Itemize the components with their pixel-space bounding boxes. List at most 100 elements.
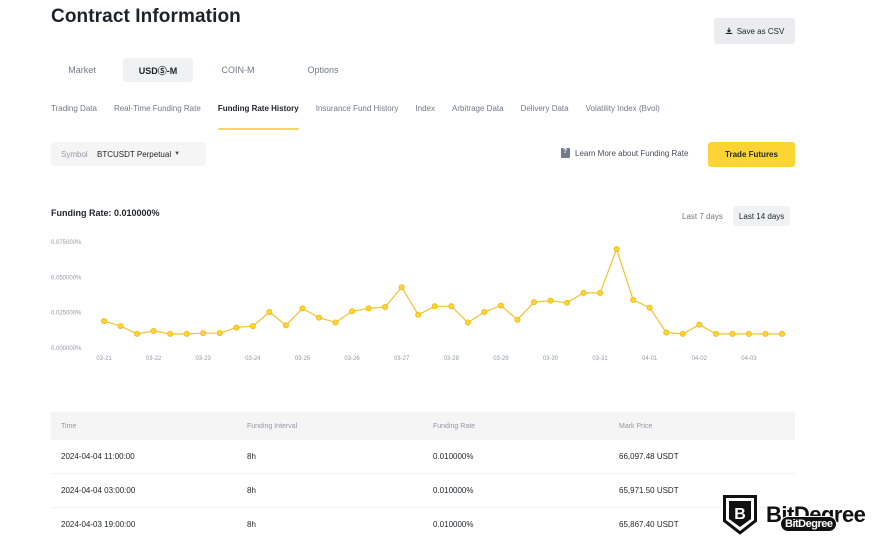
- data-point[interactable]: [530, 299, 537, 306]
- data-point[interactable]: [497, 302, 504, 309]
- data-point[interactable]: [183, 330, 190, 337]
- data-point[interactable]: [233, 324, 240, 331]
- trade-futures-button[interactable]: Trade Futures: [708, 142, 795, 167]
- data-point[interactable]: [646, 304, 653, 311]
- funding-rate-line: [103, 247, 782, 335]
- x-tick-label: 03-29: [493, 356, 509, 362]
- data-point[interactable]: [216, 330, 223, 337]
- download-icon: [725, 27, 732, 34]
- x-tick-label: 03-27: [394, 356, 410, 362]
- data-point[interactable]: [464, 319, 471, 326]
- header-funding-interval: Funding Interval: [247, 422, 298, 430]
- data-point[interactable]: [398, 284, 405, 291]
- data-point[interactable]: [315, 314, 322, 321]
- data-point[interactable]: [200, 330, 207, 337]
- data-point[interactable]: [564, 299, 571, 306]
- range-selector: Last 7 days Last 14 days: [676, 206, 791, 226]
- data-point[interactable]: [299, 305, 306, 312]
- learn-more-label: Learn More about Funding Rate: [575, 148, 689, 158]
- learn-more-link[interactable]: Learn More about Funding Rate: [561, 148, 688, 158]
- data-point[interactable]: [481, 308, 488, 315]
- table-row: 2024-04-04 11:00:00 8h 0.010000% 66,097.…: [51, 440, 795, 474]
- x-tick-label: 03-31: [592, 356, 608, 362]
- x-axis: 03-21 03-22 03-23 03-24 03-25 03-26 03-27 03-28…: [96, 356, 757, 362]
- subtab-delivery-data[interactable]: Delivery Data: [521, 104, 569, 124]
- data-point[interactable]: [332, 319, 339, 326]
- header-time: Time: [61, 422, 77, 430]
- svg-text:B: B: [734, 506, 746, 523]
- x-tick-label: 03-25: [295, 356, 311, 362]
- data-point[interactable]: [597, 289, 604, 296]
- data-point[interactable]: [415, 311, 422, 318]
- data-point[interactable]: [266, 308, 273, 315]
- subtab-funding-rate-history[interactable]: Funding Rate History: [217, 104, 299, 130]
- subtab-real-time-funding-rate[interactable]: Real-Time Funding Rate: [114, 104, 201, 124]
- tab-options[interactable]: Options: [293, 58, 353, 82]
- data-point[interactable]: [382, 304, 389, 311]
- data-point[interactable]: [712, 330, 719, 337]
- cell-time: 2024-04-04 03:00:00: [61, 486, 136, 495]
- data-point[interactable]: [547, 297, 554, 304]
- bitdegree-watermark: B BitDegree BitDegree: [720, 492, 866, 538]
- cell-time: 2024-04-03 19:00:00: [61, 520, 136, 529]
- save-as-csv-button[interactable]: Save as CSV: [714, 18, 795, 44]
- x-tick-label: 04-03: [741, 356, 757, 362]
- cell-time: 2024-04-04 11:00:00: [61, 452, 135, 461]
- data-point[interactable]: [663, 329, 670, 336]
- range-last-7-days[interactable]: Last 7 days: [676, 206, 729, 226]
- data-point[interactable]: [696, 321, 703, 328]
- data-point[interactable]: [613, 246, 620, 253]
- tab-usds-m[interactable]: USDⓈ-M: [123, 58, 193, 82]
- bitdegree-wordmark: BitDegree BitDegree: [766, 502, 866, 532]
- data-point[interactable]: [729, 330, 736, 337]
- data-point[interactable]: [282, 322, 289, 329]
- data-point[interactable]: [349, 308, 356, 315]
- data-point[interactable]: [101, 318, 108, 325]
- bitdegree-badge: BitDegree: [780, 516, 838, 532]
- range-last-14-days[interactable]: Last 14 days: [732, 206, 791, 226]
- tab-market[interactable]: Market: [51, 58, 113, 82]
- x-tick-label: 03-23: [196, 356, 212, 362]
- data-point[interactable]: [431, 303, 438, 310]
- data-point[interactable]: [745, 330, 752, 337]
- subtab-volatility-index[interactable]: Volatility Index (Bvol): [586, 104, 660, 124]
- data-point[interactable]: [134, 330, 141, 337]
- subtab-insurance-fund-history[interactable]: Insurance Fund History: [316, 104, 399, 124]
- funding-rate-chart: 0.075000% 0.050000% 0.025000% 0.000000% 03-…: [40, 232, 800, 372]
- data-point[interactable]: [167, 330, 174, 337]
- x-tick-label: 03-21: [96, 356, 112, 362]
- data-point[interactable]: [249, 323, 256, 330]
- x-tick-label: 04-01: [642, 356, 658, 362]
- table-row: 2024-04-04 03:00:00 8h 0.010000% 65,971.…: [51, 474, 795, 508]
- y-tick-label: 0.025000%: [51, 311, 82, 317]
- data-point[interactable]: [630, 296, 637, 303]
- subtab-index[interactable]: Index: [415, 104, 435, 124]
- data-point[interactable]: [117, 323, 124, 330]
- save-as-csv-label: Save as CSV: [736, 26, 785, 36]
- symbol-select[interactable]: Symbol BTCUSDT Perpetual ▼: [51, 142, 206, 166]
- data-point[interactable]: [150, 328, 157, 335]
- symbol-value: BTCUSDT Perpetual: [97, 149, 172, 159]
- data-point[interactable]: [448, 303, 455, 310]
- data-point[interactable]: [679, 330, 686, 337]
- table-header: Time Funding Interval Funding Rate Mark …: [51, 412, 795, 440]
- subtab-arbitrage-data[interactable]: Arbitrage Data: [452, 104, 504, 124]
- symbol-label: Symbol: [61, 149, 88, 159]
- y-axis: 0.075000% 0.050000% 0.025000% 0.000000%: [51, 240, 82, 352]
- x-tick-label: 03-30: [543, 356, 559, 362]
- cell-funding-interval: 8h: [247, 486, 256, 495]
- subtab-trading-data[interactable]: Trading Data: [51, 104, 97, 124]
- funding-rate-chart-svg: 0.075000% 0.050000% 0.025000% 0.000000% 03-…: [51, 240, 786, 362]
- page-title: Contract Information: [51, 6, 241, 27]
- x-tick-label: 03-24: [245, 356, 261, 362]
- data-point[interactable]: [779, 330, 786, 337]
- data-point[interactable]: [762, 330, 769, 337]
- x-tick-label: 03-28: [444, 356, 460, 362]
- x-tick-label: 04-02: [692, 356, 708, 362]
- tab-coin-m[interactable]: COIN-M: [203, 58, 273, 82]
- data-point[interactable]: [580, 289, 587, 296]
- data-point[interactable]: [365, 305, 372, 312]
- data-point[interactable]: [514, 316, 521, 323]
- y-tick-label: 0.000000%: [51, 346, 82, 352]
- funding-rate-points: [101, 246, 786, 337]
